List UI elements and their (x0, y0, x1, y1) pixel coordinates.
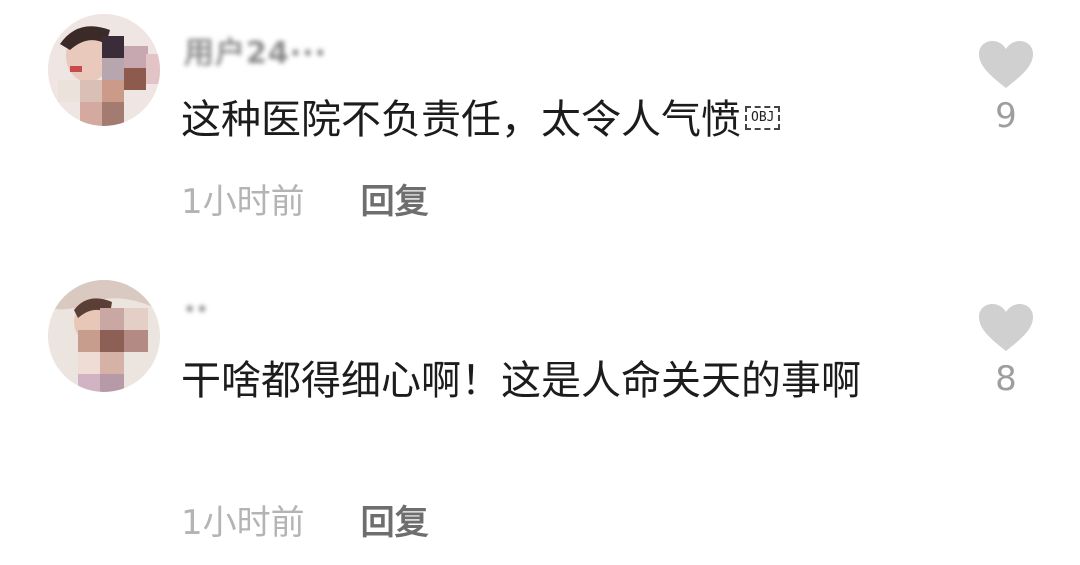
comment-text: 这种医院不负责任，太令人气愤 OBJ (181, 92, 921, 148)
reply-button[interactable]: 回复 (361, 174, 429, 223)
comment-meta: 1小时前 回复 (181, 174, 429, 223)
reply-button[interactable]: 回复 (361, 495, 429, 544)
like-count: 8 (995, 359, 1017, 399)
avatar-image (48, 280, 160, 392)
object-replacement-marker: OBJ (745, 106, 781, 130)
timestamp: 1小时前 (181, 502, 305, 543)
like-count: 9 (995, 96, 1017, 136)
comment-text-content: 这种医院不负责任，太令人气愤 (181, 97, 741, 143)
username[interactable]: 用户24··· (184, 28, 327, 72)
comment-text: 干啥都得细心啊！这是人命关天的事啊 (181, 358, 861, 404)
username[interactable]: ·· (184, 292, 209, 327)
like-button[interactable]: 9 (976, 40, 1036, 136)
heart-icon (979, 304, 1033, 351)
comment-meta: 1小时前 回复 (181, 495, 429, 544)
comment-item: ·· 干啥都得细心啊！这是人命关天的事啊 1小时前 回复 8 (0, 262, 1080, 565)
avatar-image (48, 14, 160, 126)
like-button[interactable]: 8 (976, 303, 1036, 399)
avatar[interactable] (48, 14, 160, 126)
timestamp: 1小时前 (181, 181, 305, 222)
heart-icon (979, 41, 1033, 88)
avatar[interactable] (48, 280, 160, 392)
comment-item: 用户24··· 这种医院不负责任，太令人气愤 OBJ 1小时前 回复 9 (0, 0, 1080, 260)
